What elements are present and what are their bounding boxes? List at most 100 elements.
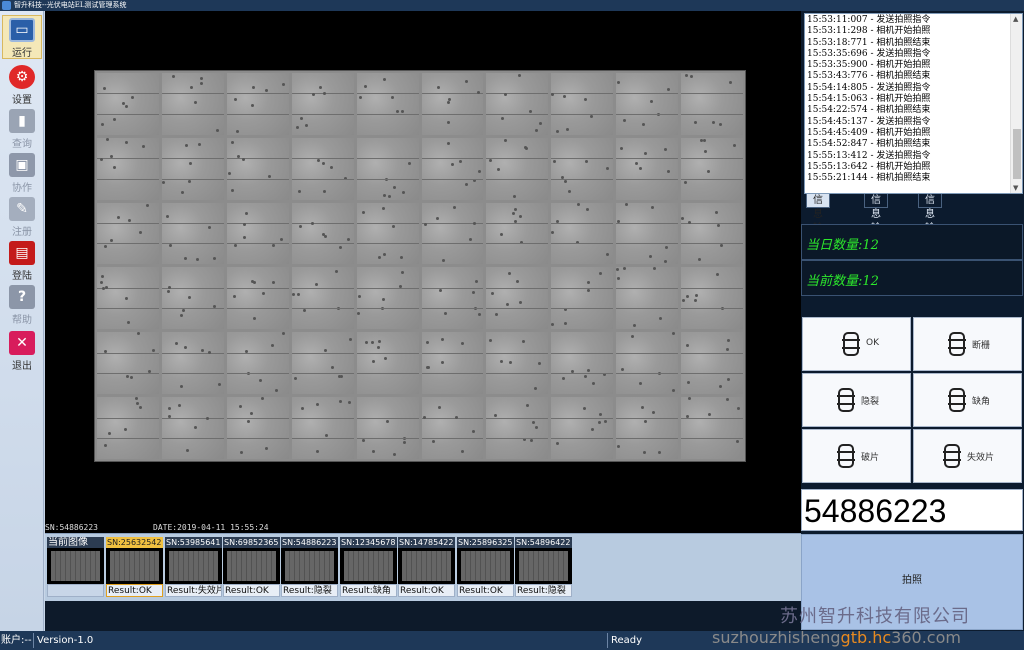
category-crack-button[interactable]: 隐裂	[802, 373, 911, 427]
tool-query[interactable]: ▮ 查询	[2, 107, 42, 151]
category-failed-cell-button[interactable]: 失效片	[913, 429, 1022, 483]
cell-spot	[592, 382, 596, 386]
current-image-thumb[interactable]: 当前图像	[47, 537, 104, 599]
barrel-icon	[948, 388, 966, 412]
tab-output-1[interactable]: 信息输出1	[806, 194, 830, 262]
cell-spot	[137, 332, 140, 336]
log-line: 15:55:13:642 - 相机开始拍照	[807, 161, 931, 172]
category-ok-button[interactable]: OK	[802, 317, 911, 371]
cell-spot	[590, 115, 594, 118]
history-thumb[interactable]: SN:25632542 Result:OK	[106, 537, 163, 599]
panel-cell	[291, 73, 354, 135]
cell-spot	[380, 307, 384, 311]
cell-spot	[438, 289, 442, 293]
panel-cell	[97, 73, 159, 135]
history-thumb[interactable]: SN:54886223 Result:隐裂	[281, 537, 338, 599]
cell-spot	[659, 317, 663, 321]
tool-exit[interactable]: ✕ 退出	[2, 329, 42, 373]
cell-spot	[193, 426, 197, 430]
viewer-sn: SN:54886223	[45, 523, 98, 532]
thumb-image	[281, 548, 338, 584]
log-line: 15:54:45:137 - 发送拍照指令	[807, 116, 931, 127]
tool-help[interactable]: ? 帮助	[2, 283, 42, 327]
cell-spot	[298, 224, 302, 228]
cell-spot	[672, 332, 676, 336]
cell-spot	[184, 143, 188, 147]
cell-spot	[205, 417, 209, 421]
cell-spot	[452, 205, 456, 209]
history-thumb[interactable]: SN:12345678 Result:缺角	[340, 537, 397, 599]
cell-spot	[519, 214, 523, 218]
cell-spot	[381, 206, 385, 210]
cell-spot	[519, 301, 523, 305]
cell-spot	[446, 101, 450, 104]
scroll-thumb[interactable]	[1013, 129, 1021, 179]
history-thumb[interactable]: SN:25896325 Result:OK	[457, 537, 514, 599]
cell-spot	[489, 339, 493, 343]
el-image-viewer[interactable]: SN:54886223 DATE:2019-04-11 15:55:24	[45, 11, 801, 533]
wrench-icon: ✎	[9, 197, 35, 221]
panel-cell	[161, 397, 224, 459]
scroll-down-icon[interactable]: ▼	[1013, 184, 1018, 192]
log-line: 15:53:11:007 - 发送拍照指令	[807, 15, 931, 25]
cell-spot	[665, 245, 669, 249]
watermark-site: suzhouzhishenggtb.hc360.com	[712, 628, 961, 647]
tool-exit-label: 退出	[12, 361, 32, 372]
cell-spot	[136, 402, 139, 406]
cell-spot	[538, 362, 542, 366]
cell-spot	[215, 129, 219, 132]
cell-spot	[450, 162, 454, 166]
category-missing-corner-button[interactable]: 缺角	[913, 373, 1022, 427]
history-thumb[interactable]: SN:53985641 Result:失效片	[165, 537, 222, 599]
cell-spot	[509, 361, 513, 365]
thumb-result: Result:OK	[457, 584, 514, 597]
cell-spot	[715, 210, 719, 214]
cell-spot	[212, 305, 216, 309]
cell-spot	[657, 113, 661, 116]
log-scrollbar[interactable]: ▲ ▼	[1010, 14, 1022, 193]
cell-spot	[703, 138, 707, 142]
cell-spot	[246, 420, 250, 424]
log-line: 15:54:15:063 - 相机开始拍照	[807, 94, 931, 105]
thumb-sn: SN:54896422	[515, 537, 572, 548]
category-broken-grid-button[interactable]: 断栅	[913, 317, 1022, 371]
cell-spot	[402, 437, 406, 441]
category-broken-piece-button[interactable]: 破片	[802, 429, 911, 483]
panel-cell	[291, 202, 354, 265]
cell-spot	[556, 130, 560, 133]
tool-login[interactable]: ▤ 登陆	[2, 239, 42, 283]
log-line: 15:54:45:409 - 相机开始拍照	[807, 127, 931, 138]
tool-register[interactable]: ✎ 注册	[2, 195, 42, 239]
cell-spot	[625, 202, 629, 206]
cell-spot	[694, 121, 698, 124]
panel-cell	[226, 202, 289, 265]
cell-spot	[183, 256, 187, 260]
cell-spot	[729, 81, 733, 84]
history-thumb[interactable]: SN:14785422 Result:OK	[398, 537, 455, 599]
cell-spot	[617, 81, 621, 84]
tab-output-3[interactable]: 信息输出3	[918, 194, 942, 262]
cell-spot	[650, 100, 654, 103]
scroll-up-icon[interactable]: ▲	[1013, 15, 1018, 23]
tool-settings[interactable]: ⚙ 设置	[2, 63, 42, 107]
tool-run[interactable]: ▭ 运行	[2, 15, 42, 59]
cell-spot	[500, 232, 504, 236]
history-thumb[interactable]: SN:54896422 Result:隐裂	[515, 537, 572, 599]
cell-spot	[704, 149, 708, 153]
cell-spot	[471, 430, 475, 434]
tab-output-2[interactable]: 信息输出2	[864, 194, 888, 262]
cell-spot	[267, 174, 271, 178]
cell-spot	[518, 74, 522, 77]
cell-spot	[233, 98, 237, 101]
tool-collab[interactable]: ▣ 协作	[2, 151, 42, 195]
history-thumb[interactable]: SN:69852365 Result:OK	[223, 537, 280, 599]
thumb-image	[223, 548, 280, 584]
thumb-sn: SN:53985641	[165, 537, 222, 548]
log-output[interactable]: 15:53:11:007 - 发送拍照指令 15:53:11:298 - 相机开…	[804, 13, 1023, 194]
barrel-icon	[842, 332, 860, 356]
cell-spot	[695, 294, 699, 298]
cell-spot	[295, 126, 299, 129]
cell-spot	[110, 238, 113, 242]
cell-spot	[161, 180, 165, 184]
log-line: 15:53:43:776 - 相机拍照结束	[807, 71, 931, 82]
